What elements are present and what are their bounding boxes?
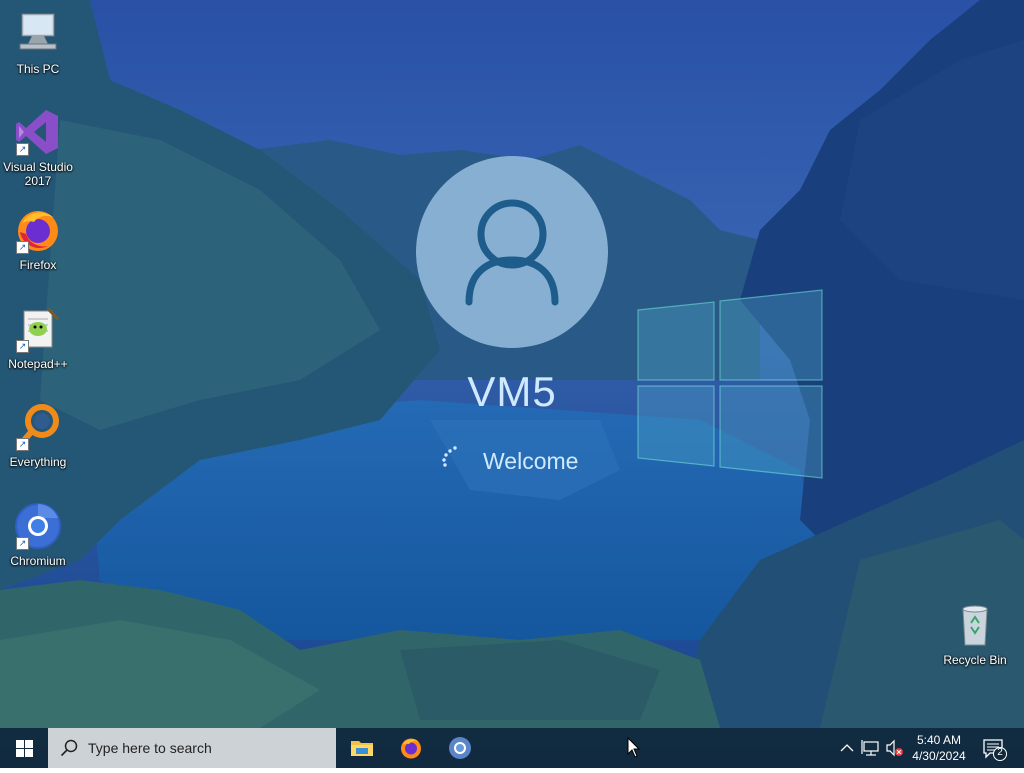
desktop-icon-label: Notepad++ [8, 357, 68, 371]
welcome-text: Welcome [483, 448, 579, 474]
windows-start-icon [16, 740, 33, 757]
search-icon [60, 739, 78, 757]
notepad-plus-plus-icon: ↗ [14, 305, 62, 353]
user-icon [465, 199, 559, 306]
clock-time: 5:40 AM [916, 733, 962, 747]
search-placeholder: Type here to search [88, 740, 212, 756]
desktop-icon-everything[interactable]: ↗ Everything [0, 403, 76, 469]
desktop-icon-this-pc[interactable]: This PC [0, 10, 76, 76]
desktop-icon-recycle-bin[interactable]: Recycle Bin [937, 601, 1013, 667]
shortcut-arrow-icon: ↗ [16, 241, 29, 254]
desktop-icon-label: This PC [16, 62, 60, 76]
loading-spinner-icon [442, 446, 457, 467]
firefox-icon [401, 738, 421, 759]
everything-search-icon: ↗ [14, 403, 62, 451]
taskbar-clock[interactable]: 5:40 AM 4/30/2024 [906, 732, 972, 764]
desktop-icon-label: Chromium [10, 554, 66, 568]
chevron-up-icon [840, 744, 854, 752]
taskbar-file-explorer[interactable] [338, 728, 386, 768]
desktop-icon-firefox[interactable]: ↗ Firefox [0, 206, 76, 272]
windows-logo [637, 289, 823, 479]
user-avatar [416, 156, 608, 348]
shortcut-arrow-icon: ↗ [16, 340, 29, 353]
desktop-icon-visual-studio[interactable]: ↗ Visual Studio 2017 [0, 108, 76, 188]
desktop-icon-chromium[interactable]: ↗ Chromium [0, 502, 76, 568]
taskbar-chromium[interactable] [436, 728, 484, 768]
desktop-icon-label: Firefox [19, 258, 57, 272]
file-explorer-icon [351, 741, 373, 756]
desktop-icon-notepad-plus-plus[interactable]: ↗ Notepad++ [0, 305, 76, 371]
chromium-icon: ↗ [14, 502, 62, 550]
visual-studio-icon: ↗ [14, 108, 62, 156]
shortcut-arrow-icon: ↗ [16, 537, 29, 550]
network-icon [861, 740, 879, 756]
network-button[interactable] [860, 728, 882, 768]
taskbar-search-box[interactable]: Type here to search [48, 728, 336, 768]
welcome-status: Welcome [440, 444, 640, 474]
start-button[interactable] [0, 728, 48, 768]
show-hidden-icons-button[interactable] [836, 728, 858, 768]
clock-date: 4/30/2024 [912, 749, 966, 763]
shortcut-arrow-icon: ↗ [16, 143, 29, 156]
mouse-cursor-icon [627, 737, 641, 758]
taskbar-firefox[interactable] [387, 728, 435, 768]
desktop-icon-label: Everything [9, 455, 67, 469]
recycle-bin-icon [951, 601, 999, 649]
volume-button[interactable] [884, 728, 906, 768]
shortcut-arrow-icon: ↗ [16, 438, 29, 451]
firefox-icon: ↗ [14, 206, 62, 254]
taskbar: Type here to search 5:40 AM 4/30/2024 2 [0, 728, 1024, 768]
action-center-button[interactable]: 2 [976, 728, 1024, 768]
chromium-icon [449, 737, 471, 759]
lock-overlay [0, 0, 1024, 728]
login-username: VM5 [467, 368, 557, 415]
notification-count-badge: 2 [997, 747, 1003, 758]
desktop-icon-label: Visual Studio 2017 [3, 160, 73, 188]
desktop-icon-label: Recycle Bin [943, 653, 1007, 667]
volume-muted-icon [886, 739, 903, 757]
computer-icon [14, 10, 62, 58]
